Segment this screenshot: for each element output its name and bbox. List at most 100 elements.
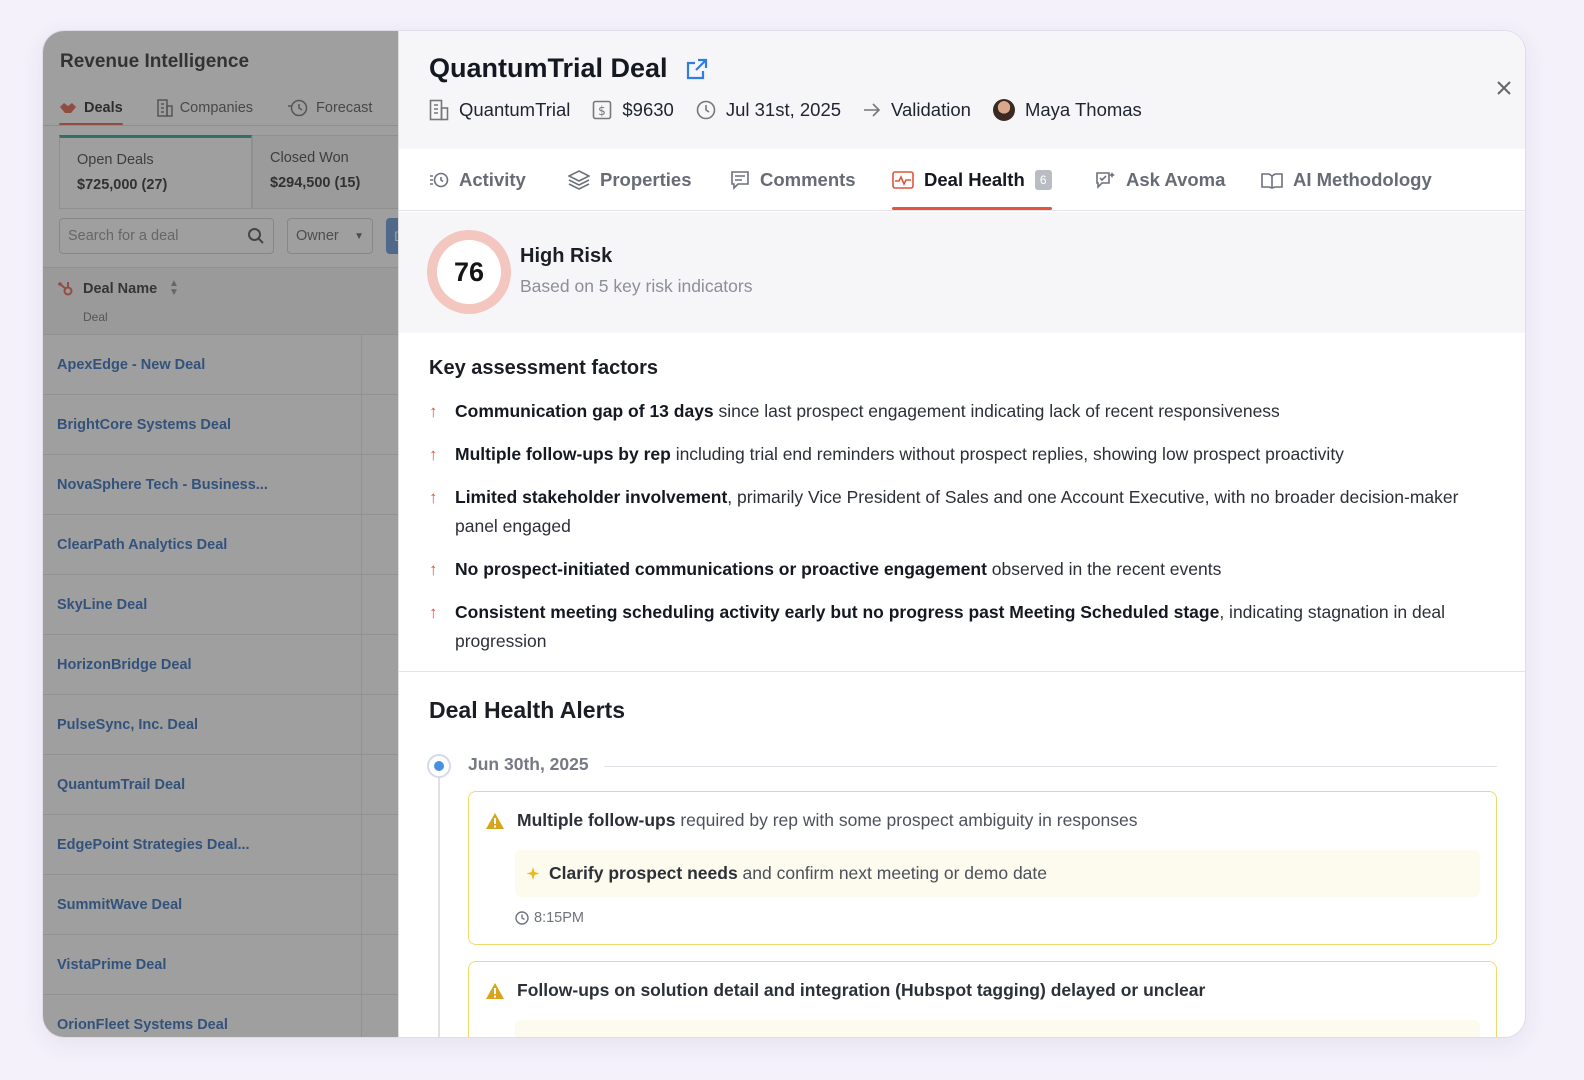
health-score-summary: 76 High Risk Based on 5 key risk indicat… bbox=[399, 212, 1525, 333]
deal-title-row: QuantumTrial Deal bbox=[429, 53, 708, 84]
tab-deal-health-label: Deal Health bbox=[924, 169, 1025, 190]
factors-heading: Key assessment factors bbox=[429, 357, 659, 379]
pulse-icon bbox=[892, 171, 914, 189]
deal-search-input[interactable]: Search for a deal bbox=[59, 218, 274, 254]
timeline-rail bbox=[438, 768, 440, 1037]
close-icon[interactable] bbox=[1491, 75, 1517, 101]
column-title: Deal Name bbox=[83, 281, 158, 297]
search-placeholder: Search for a deal bbox=[68, 228, 179, 244]
warning-icon bbox=[485, 982, 505, 1000]
arrow-up-icon: ↑ bbox=[429, 488, 438, 507]
deal-row[interactable]: QuantumTrail Deal bbox=[43, 755, 399, 815]
open-deals-label: Open Deals bbox=[77, 152, 154, 168]
tab-closed-won[interactable]: Closed Won $294,500 (15) bbox=[252, 135, 399, 209]
alert-summary: Multiple follow-ups required by rep with… bbox=[485, 810, 1138, 831]
meta-owner: Maya Thomas bbox=[992, 99, 1142, 121]
avatar bbox=[992, 99, 1015, 121]
alerts-heading: Deal Health Alerts bbox=[429, 697, 625, 723]
deal-row[interactable]: PulseSync, Inc. Deal bbox=[43, 695, 399, 755]
tab-ai-methodology[interactable]: AI Methodology bbox=[1261, 149, 1432, 211]
deal-row[interactable]: HorizonBridge Deal bbox=[43, 635, 399, 695]
factor-bold: Multiple follow-ups by rep bbox=[455, 444, 671, 464]
tab-forecast-label: Forecast bbox=[316, 100, 373, 116]
deal-row[interactable]: ClearPath Analytics Deal bbox=[43, 515, 399, 575]
tab-companies[interactable]: Companies bbox=[156, 93, 253, 123]
arrow-up-icon: ↑ bbox=[429, 560, 438, 579]
deal-meta: QuantumTrial $ $9630 Jul 31st, 2025 Vali… bbox=[429, 99, 1164, 121]
tab-comments[interactable]: Comments bbox=[730, 149, 856, 211]
app-window: Revenue Intelligence Deals Companies For… bbox=[42, 30, 1526, 1038]
factor-bold: Communication gap of 13 days bbox=[455, 401, 714, 421]
deal-row[interactable]: NovaSphere Tech - Business... bbox=[43, 455, 399, 515]
meta-company: QuantumTrial bbox=[429, 99, 570, 121]
health-score-ring: 76 bbox=[427, 230, 511, 314]
suggestion-bold: Clarify prospect needs bbox=[549, 863, 738, 883]
alert-suggestion: Clarify prospect needs and confirm next … bbox=[515, 850, 1480, 897]
deal-detail-panel: QuantumTrial Deal QuantumTrial $ $9630 J… bbox=[398, 31, 1525, 1037]
alert-bold: Follow-ups on solution detail and integr… bbox=[517, 980, 1206, 1000]
detail-tabs: Activity Properties Comments Deal Health bbox=[399, 149, 1525, 211]
deal-row[interactable]: EdgePoint Strategies Deal... bbox=[43, 815, 399, 875]
deal-title: QuantumTrial Deal bbox=[429, 53, 668, 83]
assessment-factors: Key assessment factors ↑ Communication g… bbox=[429, 357, 1499, 670]
deal-row[interactable]: SkyLine Deal bbox=[43, 575, 399, 635]
alert-date: Jun 30th, 2025 bbox=[468, 754, 601, 775]
activity-icon bbox=[429, 172, 449, 188]
health-score-value: 76 bbox=[437, 240, 501, 304]
arrow-right-icon bbox=[863, 103, 881, 117]
open-deals-amount: $725,000 (27) bbox=[77, 177, 168, 193]
factor-text: observed in the recent events bbox=[986, 559, 1222, 579]
tab-open-deals[interactable]: Open Deals $725,000 (27) bbox=[59, 135, 252, 209]
factor-item: ↑ Limited stakeholder involvement, prima… bbox=[429, 483, 1499, 541]
deal-row[interactable]: SummitWave Deal bbox=[43, 875, 399, 935]
owner-filter-dropdown[interactable]: Owner ▼ bbox=[287, 218, 373, 254]
tab-activity[interactable]: Activity bbox=[429, 149, 526, 211]
deal-row[interactable]: ApexEdge - New Deal bbox=[43, 335, 399, 395]
sort-icon[interactable]: ▲ ▼ bbox=[169, 279, 179, 298]
deal-row[interactable]: BrightCore Systems Deal bbox=[43, 395, 399, 455]
tab-ask-avoma[interactable]: Ask Avoma bbox=[1094, 149, 1225, 211]
alert-time-text: 8:15PM bbox=[534, 910, 584, 926]
tab-deal-health[interactable]: Deal Health 6 bbox=[892, 149, 1052, 211]
meta-date: Jul 31st, 2025 bbox=[696, 99, 841, 121]
tab-activity-label: Activity bbox=[459, 169, 526, 190]
company-name: QuantumTrial bbox=[459, 99, 571, 120]
arrow-up-icon: ↑ bbox=[429, 445, 438, 464]
close-date: Jul 31st, 2025 bbox=[725, 99, 842, 120]
deal-name-column-header: Deal Name ▲ ▼ Deal bbox=[43, 267, 399, 335]
tabs-divider bbox=[43, 125, 399, 126]
suggestion-text: and confirm next meeting or demo date bbox=[737, 863, 1048, 883]
meta-amount: $ $9630 bbox=[592, 99, 674, 121]
hubspot-icon bbox=[57, 280, 75, 303]
building-icon bbox=[429, 99, 449, 121]
meta-stage: Validation bbox=[863, 99, 971, 121]
alert-bold: Multiple follow-ups bbox=[517, 810, 676, 830]
alert-summary: Follow-ups on solution detail and integr… bbox=[485, 980, 1205, 1001]
alert-suggestion-partial bbox=[515, 1020, 1480, 1037]
deal-row[interactable]: VistaPrime Deal bbox=[43, 935, 399, 995]
section-divider bbox=[399, 671, 1525, 672]
clock-icon bbox=[515, 911, 529, 925]
deals-sidebar: Revenue Intelligence Deals Companies For… bbox=[43, 31, 399, 1037]
app-title: Revenue Intelligence bbox=[60, 51, 250, 72]
tab-ai-methodology-label: AI Methodology bbox=[1293, 169, 1432, 190]
closed-won-label: Closed Won bbox=[270, 150, 349, 166]
factor-bold: Limited stakeholder involvement bbox=[455, 487, 728, 507]
deal-amount: $9630 bbox=[622, 99, 674, 120]
filter-row: Search for a deal Owner ▼ D bbox=[59, 218, 399, 254]
owner-name: Maya Thomas bbox=[1024, 99, 1142, 120]
factor-item: ↑ Communication gap of 13 days since las… bbox=[429, 397, 1499, 426]
warning-icon bbox=[485, 812, 505, 830]
arrow-up-icon: ↑ bbox=[429, 603, 438, 622]
external-link-icon[interactable] bbox=[686, 58, 708, 80]
tab-forecast[interactable]: Forecast bbox=[287, 93, 372, 123]
alert-card: Follow-ups on solution detail and integr… bbox=[468, 961, 1497, 1037]
deal-row[interactable]: OrionFleet Systems Deal bbox=[43, 995, 399, 1037]
factor-text: including trial end reminders without pr… bbox=[670, 444, 1344, 464]
timeline-dot bbox=[427, 754, 451, 778]
sparkle-icon bbox=[525, 866, 541, 882]
tab-deals[interactable]: Deals bbox=[59, 93, 123, 126]
tab-properties[interactable]: Properties bbox=[568, 149, 692, 211]
owner-label: Owner bbox=[296, 228, 339, 244]
factor-bold: Consistent meeting scheduling activity e… bbox=[455, 602, 1220, 622]
